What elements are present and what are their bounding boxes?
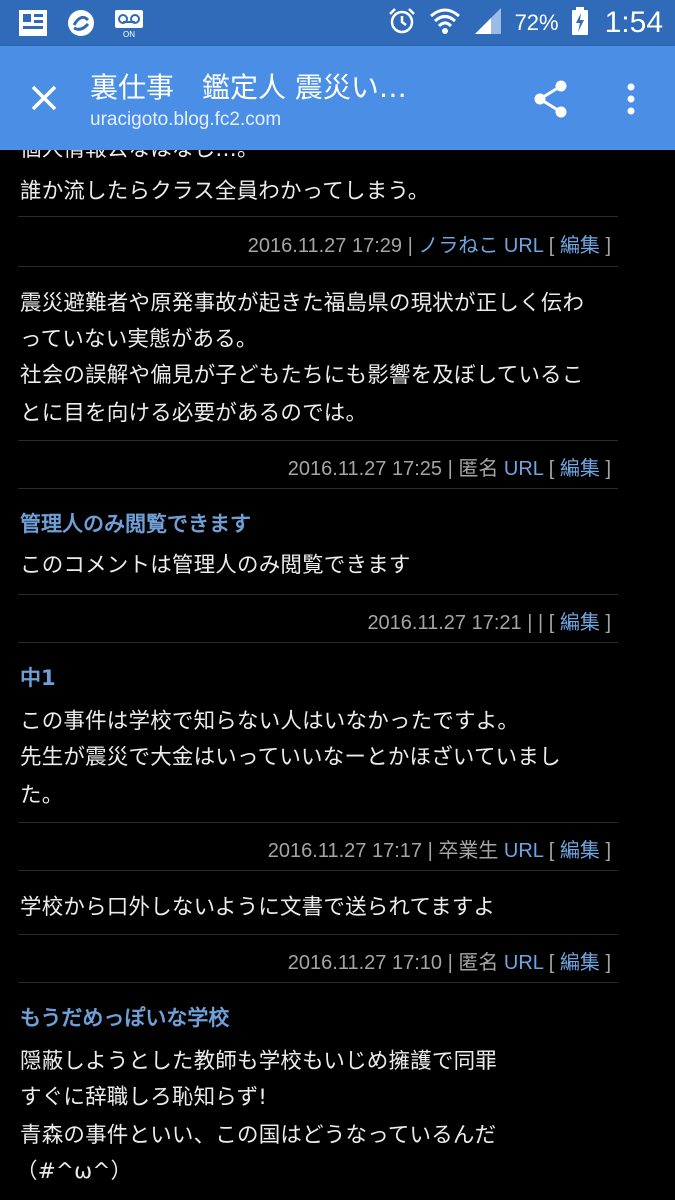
battery-charging-icon xyxy=(571,6,589,40)
comment-line: 誰か流したらクラス全員わかってしまう。 xyxy=(20,179,430,204)
comment-datetime: 2016.11.27 17:10 xyxy=(287,952,443,974)
share-button[interactable] xyxy=(528,76,574,122)
comment-line: とに目を向ける必要があるのでは。 xyxy=(20,401,368,426)
comment-line: 学校から口外しないように文書で送られてますよ xyxy=(20,895,496,920)
sync-icon xyxy=(66,8,96,38)
comment-datetime: 2016.11.27 17:17 xyxy=(267,840,423,862)
page-url: uracigoto.blog.fc2.com xyxy=(90,109,282,130)
meta-separator: | xyxy=(537,612,544,634)
comment-line: このコメントは管理人のみ閲覧できます xyxy=(20,553,411,578)
divider xyxy=(18,822,618,823)
comment-title: 管理人のみ閲覧できます xyxy=(20,512,251,536)
comment-line: （#^ω^） xyxy=(16,1159,133,1184)
comment-edit-link[interactable]: 編集 xyxy=(560,235,600,257)
comment-edit-link[interactable]: 編集 xyxy=(560,458,600,480)
edit-open-bracket: [ xyxy=(548,840,555,862)
comment-title: 中1 xyxy=(20,666,56,690)
comment-line: 青森の事件といい、この国はどうなっているんだ xyxy=(20,1123,497,1148)
comment-line: 隠蔽しようとした教師も学校もいじめ擁護で同罪 xyxy=(20,1049,497,1074)
divider xyxy=(18,594,618,595)
notification-icon xyxy=(18,8,48,38)
divider xyxy=(18,440,618,441)
divider xyxy=(18,266,618,267)
wifi-icon xyxy=(429,6,461,40)
comment-line: っていない実態がある。 xyxy=(20,327,258,352)
comment-line: 社会の誤解や偏見が子どもたちにも影響を及ぼしているこ xyxy=(20,363,584,388)
browser-toolbar: 裏仕事 鑑定人 震災い… uracigoto.blog.fc2.com xyxy=(0,46,675,150)
close-button[interactable] xyxy=(18,72,70,124)
comment-line: 震災避難者や原発事故が起きた福島県の現状が正しく伝わ xyxy=(20,291,585,316)
comment-author: 匿名 xyxy=(458,458,499,480)
comment-author: 匿名 xyxy=(458,952,499,974)
share-icon xyxy=(534,80,567,118)
edit-close-bracket: ] xyxy=(605,612,611,634)
divider xyxy=(18,870,618,871)
comment-meta: 2016.11.27 17:21 | | [ 編集 ] xyxy=(367,606,611,635)
edit-close-bracket: ] xyxy=(605,840,611,862)
comment-datetime: 2016.11.27 17:21 xyxy=(367,612,522,634)
signal-icon xyxy=(473,6,503,40)
status-bar: ON 72% 1:54 xyxy=(0,0,675,46)
edit-open-bracket: [ xyxy=(548,612,555,634)
page-title: 裏仕事 鑑定人 震災い… xyxy=(90,71,407,104)
comment-datetime: 2016.11.27 17:25 xyxy=(287,458,443,480)
meta-separator: | xyxy=(407,235,413,257)
comment-line: 個人情報公なはなし…。 xyxy=(20,150,259,163)
comment-meta: 2016.11.27 17:25 | 匿名 URL [ 編集 ] xyxy=(288,452,611,481)
comment-line: この事件は学校で知らない人はいなかったですよ。 xyxy=(20,709,520,734)
comment-meta: 2016.11.27 17:17 | 卒業生 URL [ 編集 ] xyxy=(268,834,611,863)
comment-edit-link[interactable]: 編集 xyxy=(560,840,600,862)
alarm-icon xyxy=(387,6,417,40)
comment-line: た。 xyxy=(20,783,64,808)
clock: 1:54 xyxy=(604,6,663,39)
close-icon xyxy=(31,85,57,111)
comment-list: 個人情報公なはなし…。 誰か流したらクラス全員わかってしまう。 2016.11.… xyxy=(0,150,675,1200)
divider xyxy=(18,642,618,643)
comment-datetime: 2016.11.27 17:29 xyxy=(247,235,403,257)
comment-author: 卒業生 xyxy=(438,840,499,862)
comment-meta: 2016.11.27 17:29 | ノラねこ URL [ 編集 ] xyxy=(248,229,611,258)
comment-title: もうだめっぽいな学校 xyxy=(20,1006,230,1030)
comment-line: すぐに辞職しろ恥知らず! xyxy=(20,1085,268,1110)
more-options-button[interactable] xyxy=(614,76,648,122)
battery-percent: 72% xyxy=(514,10,559,35)
comment-author-link[interactable]: ノラねこ xyxy=(418,235,498,257)
meta-separator: | xyxy=(447,952,453,974)
divider xyxy=(18,982,618,983)
edit-close-bracket: ] xyxy=(605,235,611,257)
edit-open-bracket: [ xyxy=(548,235,555,257)
edit-close-bracket: ] xyxy=(605,952,611,974)
more-vert-icon xyxy=(627,83,635,115)
divider xyxy=(18,488,618,489)
comment-meta: 2016.11.27 17:10 | 匿名 URL [ 編集 ] xyxy=(288,946,611,975)
divider xyxy=(18,934,618,935)
meta-separator: | xyxy=(527,612,533,634)
comment-edit-link[interactable]: 編集 xyxy=(560,612,600,634)
edit-close-bracket: ] xyxy=(605,458,611,480)
voicemail-on-icon: ON xyxy=(114,8,144,38)
svg-text:ON: ON xyxy=(123,30,135,38)
meta-separator: | xyxy=(447,458,453,480)
comment-url-link[interactable]: URL xyxy=(504,458,543,480)
comment-url-link[interactable]: URL xyxy=(504,235,543,257)
comment-edit-link[interactable]: 編集 xyxy=(560,952,600,974)
comment-url-link[interactable]: URL xyxy=(504,840,543,862)
divider xyxy=(18,216,618,217)
comment-url-link[interactable]: URL xyxy=(504,952,543,974)
meta-separator: | xyxy=(427,840,433,862)
edit-open-bracket: [ xyxy=(548,458,555,480)
edit-open-bracket: [ xyxy=(548,952,555,974)
comment-line: 先生が震災で大金はいっていいなーとかほざいていまし xyxy=(20,745,561,770)
